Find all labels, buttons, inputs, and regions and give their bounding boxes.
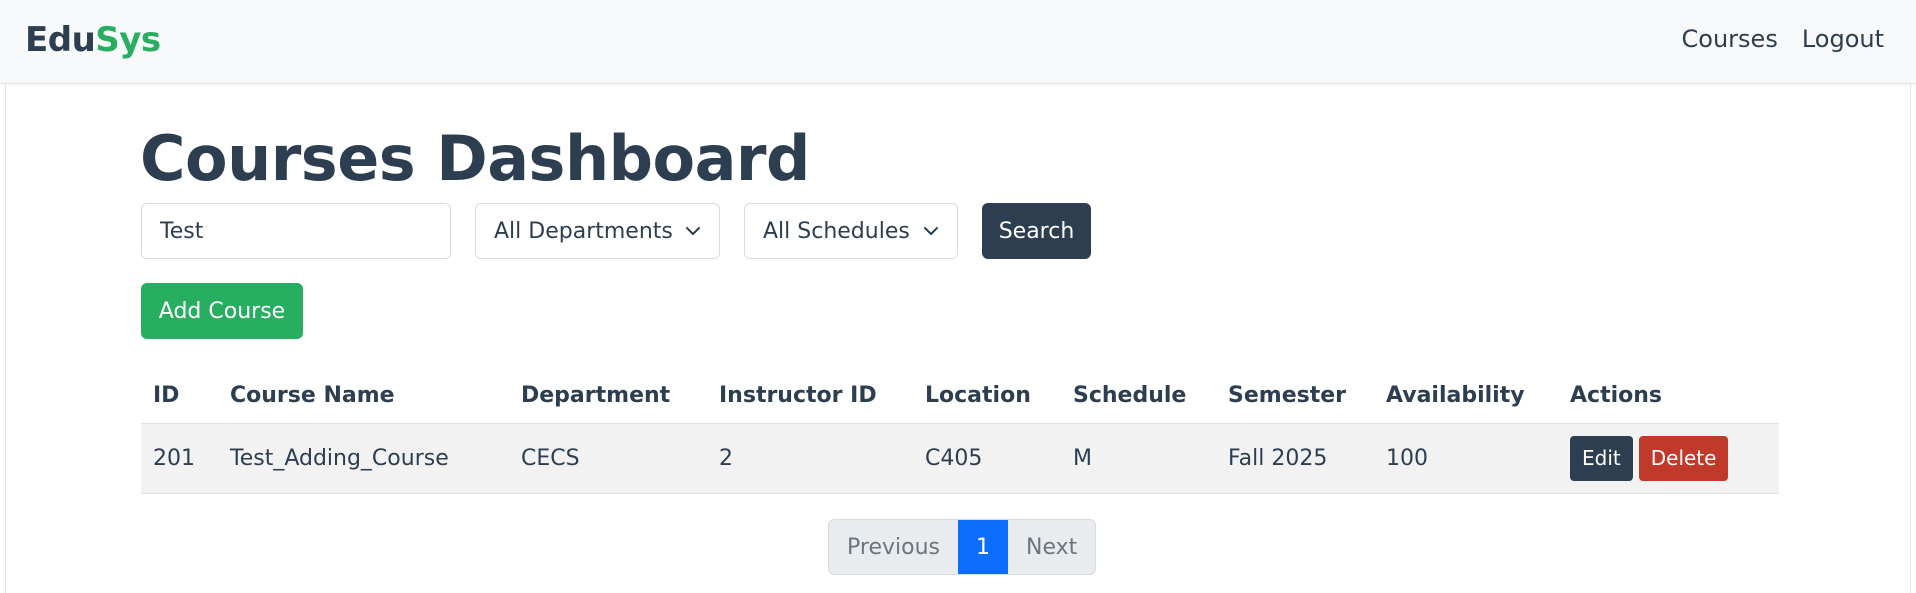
column-header-course-name: Course Name [218, 368, 509, 424]
cell-schedule: M [1061, 423, 1216, 494]
chevron-down-icon [924, 227, 938, 235]
cell-department: CECS [509, 423, 707, 494]
cell-actions: Edit Delete [1558, 423, 1779, 494]
pagination-page-1[interactable]: 1 [957, 520, 1008, 574]
nav-logout-link[interactable]: Logout [1802, 20, 1884, 58]
search-button[interactable]: Search [982, 203, 1091, 259]
courses-table: ID Course Name Department Instructor ID … [141, 368, 1779, 494]
cell-instructor-id: 2 [707, 423, 913, 494]
pagination: Previous 1 Next [828, 519, 1097, 575]
chevron-down-icon [686, 227, 700, 235]
cell-id: 201 [141, 423, 218, 494]
navbar: EduSys Courses Logout [0, 0, 1916, 84]
column-header-actions: Actions [1558, 368, 1779, 424]
schedule-select[interactable]: All Schedules [744, 203, 958, 259]
table-header-row: ID Course Name Department Instructor ID … [141, 368, 1779, 424]
column-header-department: Department [509, 368, 707, 424]
brand-part-edu: Edu [25, 20, 96, 60]
column-header-instructor-id: Instructor ID [707, 368, 913, 424]
cell-course-name: Test_Adding_Course [218, 423, 509, 494]
column-header-schedule: Schedule [1061, 368, 1216, 424]
cell-location: C405 [913, 423, 1061, 494]
add-course-button[interactable]: Add Course [141, 283, 303, 339]
department-select[interactable]: All Departments [475, 203, 720, 259]
table-row: 201 Test_Adding_Course CECS 2 C405 M Fal… [141, 423, 1779, 494]
delete-button[interactable]: Delete [1638, 435, 1729, 481]
search-input[interactable] [141, 203, 451, 259]
brand-logo[interactable]: EduSys [25, 18, 161, 62]
pagination-next[interactable]: Next [1008, 520, 1095, 574]
nav-courses-link[interactable]: Courses [1682, 20, 1778, 58]
nav-links: Courses Logout [1682, 20, 1884, 58]
edit-button[interactable]: Edit [1570, 435, 1633, 481]
column-header-semester: Semester [1216, 368, 1374, 424]
cell-availability: 100 [1374, 423, 1558, 494]
pagination-previous[interactable]: Previous [829, 520, 958, 574]
cell-semester: Fall 2025 [1216, 423, 1374, 494]
brand-part-sys: Sys [95, 20, 161, 60]
column-header-id: ID [141, 368, 218, 424]
page-title: Courses Dashboard [140, 122, 810, 195]
schedule-select-value: All Schedules [763, 218, 910, 244]
department-select-value: All Departments [494, 218, 673, 244]
column-header-location: Location [913, 368, 1061, 424]
column-header-availability: Availability [1374, 368, 1558, 424]
